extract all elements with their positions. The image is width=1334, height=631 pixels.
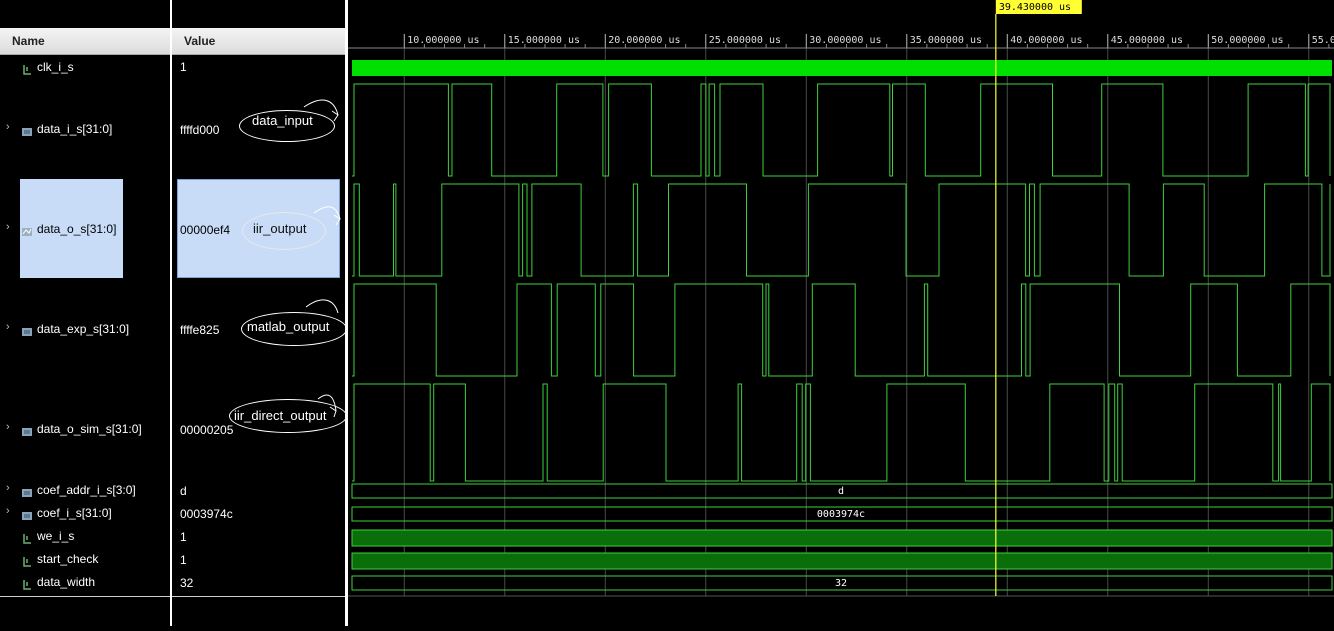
bus-icon [22,424,32,436]
signal-value: ffffe825 [180,323,220,337]
data-waveform [352,383,1331,482]
clock-waveform [352,60,1332,76]
single-bit-icon [22,554,32,567]
expand-chevron-icon[interactable]: › [6,482,10,494]
single-bit-icon [22,62,32,75]
single-bit-icon [22,531,32,544]
signal-value: 1 [180,60,187,74]
signal-value: 1 [180,553,187,567]
signal-row-data-exp[interactable]: › data_exp_s[31:0] [0,319,170,339]
bus-analog-icon [22,224,32,236]
tick-label: 50.000000 us [1211,35,1283,46]
bus-value-label: 0003974c [817,509,865,520]
signal-row-we[interactable]: we_i_s [0,526,170,546]
annotation-iir-output: iir_output [253,221,307,236]
time-ruler: 10.000000 us 15.000000 us 20.000000 us 25.0… [348,34,1334,49]
expand-chevron-icon[interactable]: › [6,121,10,133]
data-waveforms [352,83,1331,482]
signal-name: data_width [37,575,96,589]
divider [172,596,345,597]
value-column-header[interactable]: Value [172,28,345,55]
signal-name: clk_i_s [37,60,74,74]
signal-name: data_i_s[31:0] [37,122,113,136]
data-waveform [352,283,1331,377]
signal-row-start-check[interactable]: start_check [0,549,170,569]
single-bit-icon [22,577,32,590]
signal-row-data-o-sim[interactable]: › data_o_sim_s[31:0] [0,419,170,439]
signal-value: ffffd000 [180,123,220,137]
tick-label: 20.000000 us [608,35,680,46]
signal-row-data-i[interactable]: › data_i_s[31:0] [0,119,170,139]
signal-row-coef[interactable]: › coef_i_s[31:0] [0,503,170,523]
tick-label: 30.000000 us [809,35,881,46]
signal-name: data_o_s[31:0] [37,222,117,236]
signal-value: 32 [180,576,194,590]
signal-name: coef_i_s[31:0] [37,506,112,520]
expand-chevron-icon[interactable]: › [6,321,10,333]
data-waveform [352,183,1331,277]
signal-name: we_i_s [37,529,75,543]
bus-icon [22,508,32,520]
signal-name-panel: Name clk_i_s › data_i_s[31:0] › data_o_s… [0,0,170,626]
signal-row-data-o[interactable]: › data_o_s[31:0] [0,219,170,239]
signal-value: 00000205 [180,423,234,437]
cursor-time-label: 39.430000 us [999,2,1071,13]
start-check-waveform [351,552,1333,570]
we-waveform [351,529,1333,547]
tick-label: 45.000000 us [1111,35,1183,46]
annotation-arrows [303,99,341,418]
signal-name: data_o_sim_s[31:0] [37,422,142,436]
bus-icon [22,124,32,136]
tick-label: 35.000000 us [910,35,982,46]
expand-chevron-icon[interactable]: › [6,221,10,233]
bus-icon [22,324,32,336]
signal-name: data_exp_s[31:0] [37,322,130,336]
name-column-header[interactable]: Name [0,28,170,55]
divider [0,596,170,597]
bus-value-label: 32 [835,578,847,589]
signal-name: start_check [37,552,99,566]
signal-value: d [180,484,187,498]
data-waveform [352,83,1331,177]
signal-row-data-width[interactable]: data_width [0,572,170,592]
expand-chevron-icon[interactable]: › [6,421,10,433]
signal-row-clk[interactable]: clk_i_s [0,57,170,77]
signal-name: coef_addr_i_s[3:0] [37,483,136,497]
signal-row-coef-addr[interactable]: › coef_addr_i_s[3:0] [0,480,170,500]
tick-label: 25.000000 us [709,35,781,46]
signal-value: 0003974c [180,507,233,521]
bus-icon [22,485,32,497]
tick-label: 10.000000 us [407,35,479,46]
signal-value-panel: Value 1 ffffd000 00000ef4 ffffe825 00000… [172,0,347,626]
expand-chevron-icon[interactable]: › [6,505,10,517]
signal-value: 00000ef4 [180,223,231,237]
tick-label: 55.000000 us [1312,35,1334,46]
tick-label: 15.000000 us [508,35,580,46]
waveform-canvas[interactable]: 10.000000 us 15.000000 us 20.000000 us 25.0… [348,0,1334,626]
signal-value: 1 [180,530,187,544]
bus-value-label: d [838,486,844,497]
tick-label: 40.000000 us [1010,35,1082,46]
